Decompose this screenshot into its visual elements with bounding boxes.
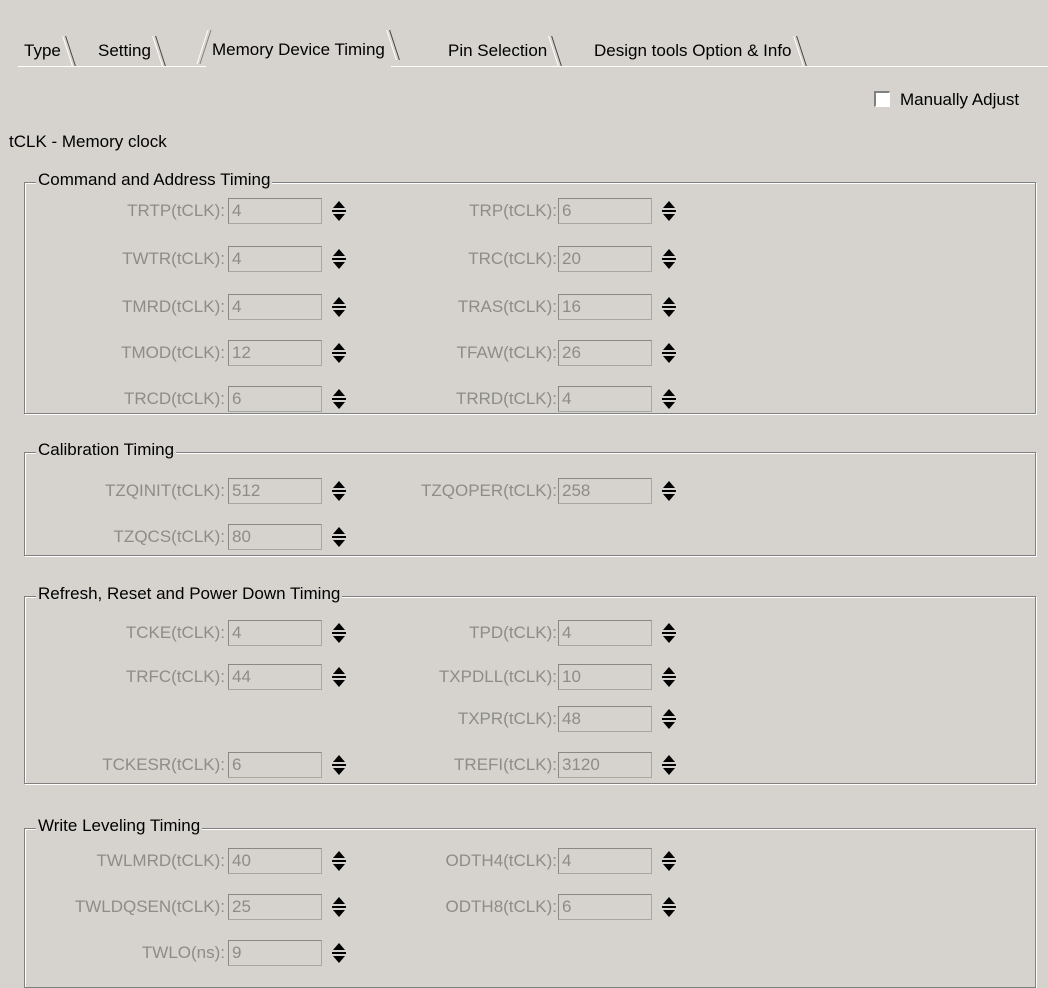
tfaw-input[interactable]: 26 [558,340,652,366]
tab-label: Type [24,41,61,60]
group-title-refresh: Refresh, Reset and Power Down Timing [36,584,343,604]
checkbox-box[interactable] [874,91,890,107]
tras-label: TRAS(tCLK): [457,297,557,316]
twlo-input[interactable]: 9 [228,940,322,966]
tab-design-tools-option-info[interactable]: Design tools Option & Info [588,34,807,67]
odth4-label: ODTH4(tCLK): [445,851,557,870]
twlo-label: TWLO(ns): [141,943,225,962]
tmod-spinner-icon[interactable] [330,340,348,366]
trefi-input[interactable]: 3120 [558,752,652,778]
txpr-label: TXPR(tCLK): [457,709,557,728]
tzqinit-input[interactable]: 512 [228,478,322,504]
tras-input[interactable]: 16 [558,294,652,320]
trc-input[interactable]: 20 [558,246,652,272]
tzqinit-label: TZQINIT(tCLK): [105,481,225,500]
group-title-calibration: Calibration Timing [36,440,177,460]
twtr-label: TWTR(tCLK): [122,249,225,268]
tpd-spinner-icon[interactable] [660,620,678,646]
twldqsen-spinner-icon[interactable] [330,894,348,920]
tab-label: Design tools Option & Info [594,41,792,60]
tmod-label: TMOD(tCLK): [121,343,225,362]
twlmrd-label: TWLMRD(tCLK): [96,851,225,870]
tab-pin-selection[interactable]: Pin Selection [442,34,563,67]
trp-spinner-icon[interactable] [660,198,678,224]
txpdll-spinner-icon[interactable] [660,664,678,690]
manually-adjust-label: Manually Adjust [900,90,1020,109]
group-title-command-address: Command and Address Timing [36,170,273,190]
trrd-input[interactable]: 4 [558,386,652,412]
tab-baseline [18,66,1048,67]
trp-label: TRP(tCLK): [469,201,557,220]
odth8-label: ODTH8(tCLK): [445,897,557,916]
txpdll-label: TXPDLL(tCLK): [438,667,557,686]
tfaw-label: TFAW(tCLK): [456,343,557,362]
odth8-input[interactable]: 6 [558,894,652,920]
trtp-input[interactable]: 4 [228,198,322,224]
tab-type[interactable]: Type [18,34,76,67]
txpr-spinner-icon[interactable] [660,706,678,732]
tcke-label: TCKE(tCLK): [125,623,225,642]
trp-input[interactable]: 6 [558,198,652,224]
tzqinit-spinner-icon[interactable] [330,478,348,504]
tckesr-input[interactable]: 6 [228,752,322,778]
tab-label: Setting [98,41,151,60]
trrd-spinner-icon[interactable] [660,386,678,412]
manually-adjust-checkbox[interactable]: Manually Adjust [874,90,1019,110]
tckesr-spinner-icon[interactable] [330,752,348,778]
tckesr-label: TCKESR(tCLK): [102,755,225,774]
txpdll-input[interactable]: 10 [558,664,652,690]
tmrd-input[interactable]: 4 [228,294,322,320]
trcd-spinner-icon[interactable] [330,386,348,412]
group-title-write-leveling: Write Leveling Timing [36,816,203,836]
tmod-input[interactable]: 12 [228,340,322,366]
trefi-label: TREFI(tCLK): [454,755,557,774]
tcke-input[interactable]: 4 [228,620,322,646]
twlmrd-input[interactable]: 40 [228,848,322,874]
tzqoper-label: TZQOPER(tCLK): [420,481,557,500]
tab-label: Memory Device Timing [212,40,385,59]
odth4-input[interactable]: 4 [558,848,652,874]
trc-spinner-icon[interactable] [660,246,678,272]
trcd-label: TRCD(tCLK): [123,389,225,408]
trrd-label: TRRD(tCLK): [455,389,557,408]
tfaw-spinner-icon[interactable] [660,340,678,366]
trcd-input[interactable]: 6 [228,386,322,412]
odth8-spinner-icon[interactable] [660,894,678,920]
tmrd-spinner-icon[interactable] [330,294,348,320]
tpd-input[interactable]: 4 [558,620,652,646]
trc-label: TRC(tCLK): [468,249,557,268]
trfc-label: TRFC(tCLK): [125,667,225,686]
tras-spinner-icon[interactable] [660,294,678,320]
twldqsen-input[interactable]: 25 [228,894,322,920]
twtr-input[interactable]: 4 [228,246,322,272]
odth4-spinner-icon[interactable] [660,848,678,874]
tab-label: Pin Selection [448,41,548,60]
tpd-label: TPD(tCLK): [469,623,557,642]
tzqcs-label: TZQCS(tCLK): [113,527,225,546]
trfc-spinner-icon[interactable] [330,664,348,690]
twlmrd-spinner-icon[interactable] [330,848,348,874]
trtp-spinner-icon[interactable] [330,198,348,224]
tzqcs-spinner-icon[interactable] [330,524,348,550]
tmrd-label: TMRD(tCLK): [122,297,225,316]
tab-strip: Type Setting Memory Device Timing Pin Se… [18,28,1048,68]
tcke-spinner-icon[interactable] [330,620,348,646]
txpr-input[interactable]: 48 [558,706,652,732]
twtr-spinner-icon[interactable] [330,246,348,272]
tzqcs-input[interactable]: 80 [228,524,322,550]
trefi-spinner-icon[interactable] [660,752,678,778]
trtp-label: TRTP(tCLK): [127,201,225,220]
twldqsen-label: TWLDQSEN(tCLK): [74,897,225,916]
tzqoper-spinner-icon[interactable] [660,478,678,504]
tab-memory-device-timing[interactable]: Memory Device Timing [196,28,400,67]
memory-clock-label: tCLK - Memory clock [9,132,167,151]
trfc-input[interactable]: 44 [228,664,322,690]
tab-setting[interactable]: Setting [92,34,166,67]
tzqoper-input[interactable]: 258 [558,478,652,504]
twlo-spinner-icon[interactable] [330,940,348,966]
